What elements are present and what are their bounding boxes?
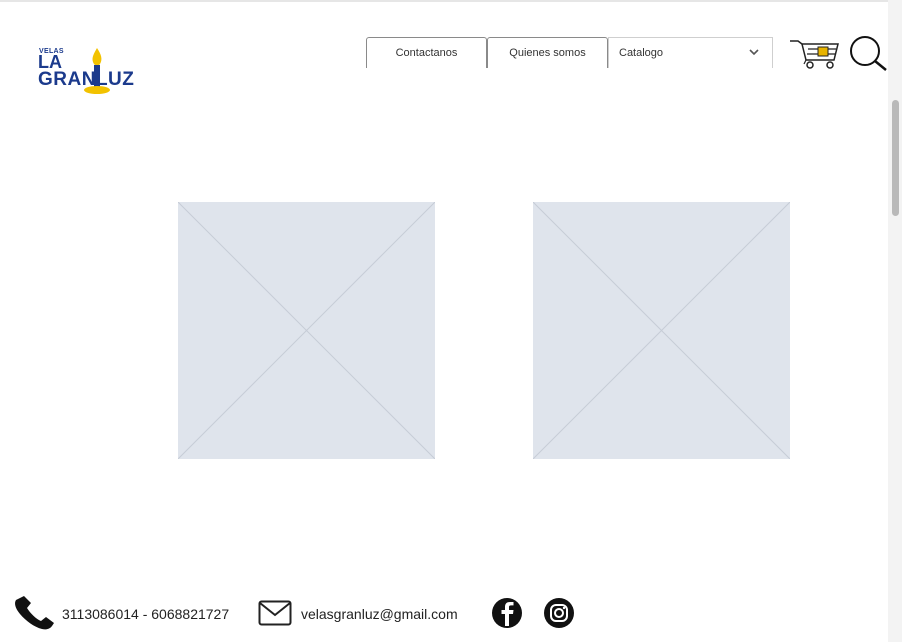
image-placeholder-1 <box>178 202 435 459</box>
instagram-icon[interactable] <box>542 597 576 629</box>
phone-icon <box>15 596 54 630</box>
about-us-button[interactable]: Quienes somos <box>487 37 608 68</box>
search-icon[interactable] <box>846 36 890 72</box>
vertical-scrollbar[interactable] <box>888 0 902 642</box>
facebook-icon[interactable] <box>489 596 525 630</box>
page: VELAS LA GRANLUZ Contactanos Quienes som… <box>0 0 888 642</box>
image-placeholder-2 <box>533 202 790 459</box>
about-us-button-label: Quienes somos <box>509 47 586 59</box>
brand-logo[interactable]: VELAS LA GRANLUZ <box>38 46 144 98</box>
catalog-dropdown[interactable]: Catalogo <box>608 37 773 68</box>
chevron-down-icon <box>749 49 759 56</box>
contact-button[interactable]: Contactanos <box>366 37 487 68</box>
candle-flame-icon <box>84 48 110 94</box>
catalog-dropdown-value: Catalogo <box>619 47 664 59</box>
footer-email[interactable]: velasgranluz@gmail.com <box>301 606 458 622</box>
footer-phone-numbers[interactable]: 3113086014 - 6068821727 <box>62 606 229 622</box>
mail-icon <box>258 600 292 626</box>
shopping-cart-icon[interactable] <box>788 38 842 70</box>
contact-button-label: Contactanos <box>395 47 458 59</box>
footer: 3113086014 - 6068821727 velasgranluz@gma… <box>0 594 888 634</box>
scrollbar-thumb[interactable] <box>892 100 899 216</box>
